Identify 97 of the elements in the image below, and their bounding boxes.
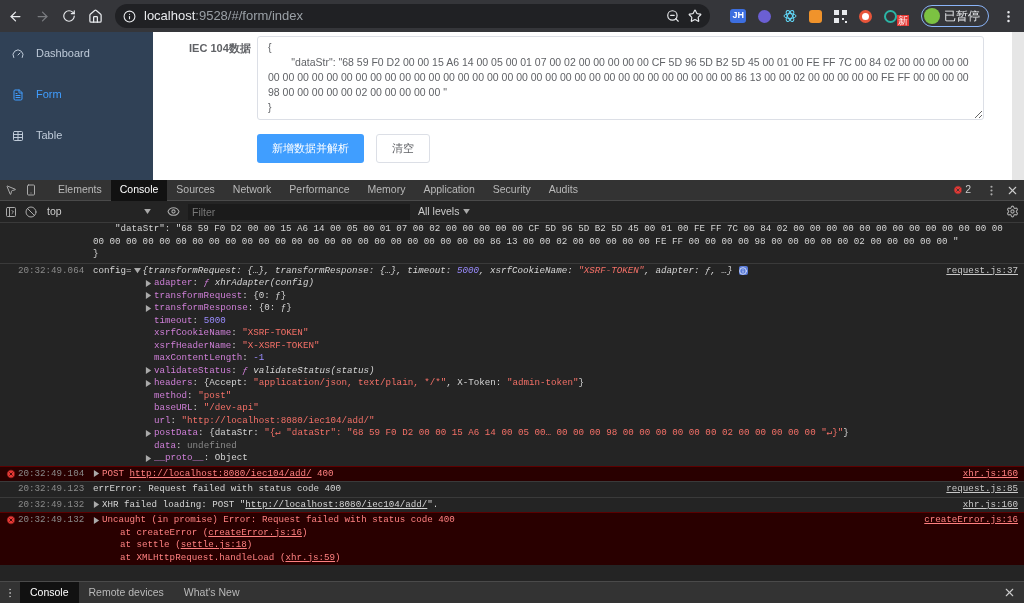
zoom-icon[interactable] <box>666 9 681 23</box>
address-bar[interactable]: localhost:9528/#/form/index <box>115 4 711 28</box>
new-badge: 新 <box>897 14 909 26</box>
caret-down-icon <box>144 209 151 214</box>
drawer-tab[interactable]: What's New <box>173 581 250 603</box>
error-icon <box>6 515 16 525</box>
error-icon <box>953 185 964 195</box>
settings-icon[interactable] <box>1006 205 1019 218</box>
source-link[interactable]: request.js:37 <box>946 264 1018 277</box>
object-property: url: "http://localhost:8080/iec104/add/" <box>154 414 375 427</box>
caret-right-icon[interactable] <box>145 367 152 375</box>
source-link[interactable]: createError.js:16 <box>924 514 1018 527</box>
log-message: errError: Request failed with status code 400 <box>93 483 342 496</box>
object-property: transformResponse: {0: ƒ} <box>154 302 292 315</box>
qr-code-icon[interactable] <box>834 9 847 23</box>
error-count[interactable]: 2 <box>965 182 971 198</box>
object-property: xsrfHeaderName: "X-XSRF-TOKEN" <box>154 339 320 352</box>
atom-icon[interactable] <box>783 9 797 23</box>
close-icon[interactable] <box>1003 586 1016 599</box>
source-link[interactable]: xhr.js:160 <box>962 467 1018 480</box>
drawer-tab[interactable]: Remote devices <box>78 581 174 603</box>
caret-right-icon[interactable] <box>145 379 152 387</box>
home-icon[interactable] <box>88 8 103 24</box>
error-message: POST http://localhost:8080/iec104/add/ 400 <box>102 467 334 480</box>
stack-frame: at XMLHttpRequest.handleLoad (xhr.js:59) <box>120 551 341 564</box>
filter-field[interactable]: Filter <box>188 203 410 220</box>
sidebar-item[interactable]: Dashboard <box>12 44 153 63</box>
devtools-tab[interactable]: Memory <box>358 179 415 201</box>
extension-icon[interactable] <box>758 9 771 23</box>
object-property: headers: {Accept: "application/json, text/plain, */*", X-Token: "admin-token"} <box>154 377 585 390</box>
context-select[interactable]: top <box>45 203 151 220</box>
object-property: adapter: ƒ xhrAdapter(config) <box>154 277 314 290</box>
object-property: xsrfCookieName: "XSRF-TOKEN" <box>154 327 309 340</box>
devtools-tab[interactable]: Console <box>110 179 168 201</box>
object-preview: {transformRequest: {…}, transformResponse: {…}, timeout: 5000, xsrfCookieName: "XSRF-TOKEN", adapter: ƒ, …} <box>142 264 733 277</box>
log-label: config= <box>93 264 132 277</box>
caret-right-icon[interactable] <box>145 292 152 300</box>
log-message: XHR failed loading: POST "http://localhost:8080/iec104/add/". <box>102 498 439 511</box>
data-textarea[interactable]: { "dataStr": "68 59 F0 D2 00 00 15 A6 14 00 05 00 01 07 00 02 00 00 00 00 00 CF 5D 96 5D B2 5D 45 00 01 00 FE FF 7C 00 84 02 00 00 00 00 00 00 00 00 00 00 00 00 00 00 00 00 00 00 00 00 00 00 00 00 00 00 00 00 00 00 00 00 00 00 00 00 00 86 13 00 00 02 00 00 00 00 00 FE FF 00 00 00 00 98 00 00 00 00 00 02 00 00 00 00 00 " } <box>257 36 984 120</box>
log-text: "dataStr": "68 59 F0 D2 00 00 15 A6 14 00 05 00 01 07 00 02 00 00 00 00 00 CF 5D 96 5D B2 5D 45 00 01 00 FE FF 7C 00 84 02 00 00 00 00 00 00 00 00 00 00 00 00 00 00 00 00 00 00 00 00 00 00 00 00 00 00 00 00 00 00 00 00 00 00 00 00 00 86 13 00 00 02 00 00 00 00 00 FE FF 00 00 00 00 98 00 00 00 00 00 02 00 00 00 00 00 " <box>93 223 1004 248</box>
caret-down-icon[interactable] <box>133 267 141 275</box>
caret-down-icon <box>463 209 471 214</box>
caret-right-icon[interactable] <box>145 304 152 312</box>
drawer-tab[interactable]: Console <box>20 581 79 603</box>
sidebar-toggle-icon[interactable] <box>5 205 17 218</box>
extension-icon[interactable] <box>809 9 822 23</box>
dashboard-icon <box>12 47 24 60</box>
source-link[interactable]: xhr.js:160 <box>962 498 1018 511</box>
devtools-tab[interactable]: Audits <box>539 179 587 201</box>
sidebar-item[interactable]: Table <box>12 126 153 145</box>
levels-dropdown[interactable]: All levels <box>418 203 471 220</box>
object-property: method: "post" <box>154 389 232 402</box>
source-link[interactable]: request.js:85 <box>946 483 1018 496</box>
object-property: validateStatus: ƒ validateStatus(status) <box>154 364 375 377</box>
table-icon <box>12 129 24 142</box>
caret-right-icon[interactable] <box>145 429 152 437</box>
object-property: __proto__: Object <box>154 452 248 465</box>
lifebuoy-icon[interactable] <box>859 9 872 23</box>
url-text: localhost:9528/#/form/index <box>144 7 303 26</box>
devtools-tab[interactable]: Elements <box>49 179 111 201</box>
eye-icon[interactable] <box>167 205 180 218</box>
error-message: Uncaught (in promise) Error: Request failed with status code 400 <box>102 514 455 527</box>
clear-icon[interactable] <box>25 205 37 218</box>
stack-frame: at settle (settle.js:18) <box>120 539 253 552</box>
caret-right-icon[interactable] <box>93 470 100 478</box>
clear-button[interactable]: 清空 <box>376 134 430 163</box>
object-property: data: undefined <box>154 439 237 452</box>
devtools-tab[interactable]: Application <box>414 179 484 201</box>
devtools-tab[interactable]: Performance <box>280 179 359 201</box>
extension-badge[interactable]: JH <box>730 9 746 23</box>
devtools-tab[interactable]: Network <box>223 179 281 201</box>
object-property: postData: {dataStr: "{↵ "dataStr": "68 59 F0 D2 00 00 15 A6 14 00 05 00… 00 00 00 98 00 00 00 00 00 00 02 00 00 00 00 00 "↵}"} <box>154 427 849 440</box>
object-property: baseURL: "/dev-api" <box>154 402 259 415</box>
avatar-icon <box>924 8 940 24</box>
timestamp: 20:32:49.132 <box>18 498 86 511</box>
object-property: maxContentLength: -1 <box>154 352 265 365</box>
star-icon[interactable] <box>688 9 703 23</box>
timestamp: 20:32:49.104 <box>18 467 86 480</box>
devtools-tab[interactable]: Sources <box>167 179 224 201</box>
timestamp: 20:32:49.123 <box>18 483 86 496</box>
stack-frame: at createError (createError.js:16) <box>120 526 308 539</box>
form-icon <box>12 88 24 101</box>
caret-right-icon[interactable] <box>145 279 152 287</box>
object-property: timeout: 5000 <box>154 314 226 327</box>
log-text: } <box>93 248 100 261</box>
back-icon[interactable] <box>8 8 23 24</box>
inspect-icon[interactable] <box>5 184 17 196</box>
info-icon[interactable] <box>123 9 136 23</box>
sidebar-item[interactable]: Form <box>12 85 153 104</box>
devtools-tab[interactable]: Security <box>483 179 540 201</box>
forward-icon[interactable] <box>35 8 50 24</box>
timestamp: 20:32:49.132 <box>18 514 86 527</box>
caret-right-icon[interactable] <box>145 454 152 462</box>
reload-icon[interactable] <box>62 9 76 23</box>
device-icon[interactable] <box>25 184 37 196</box>
object-property: transformRequest: {0: ƒ} <box>154 289 287 302</box>
timestamp: 20:32:49.064 <box>18 264 86 278</box>
